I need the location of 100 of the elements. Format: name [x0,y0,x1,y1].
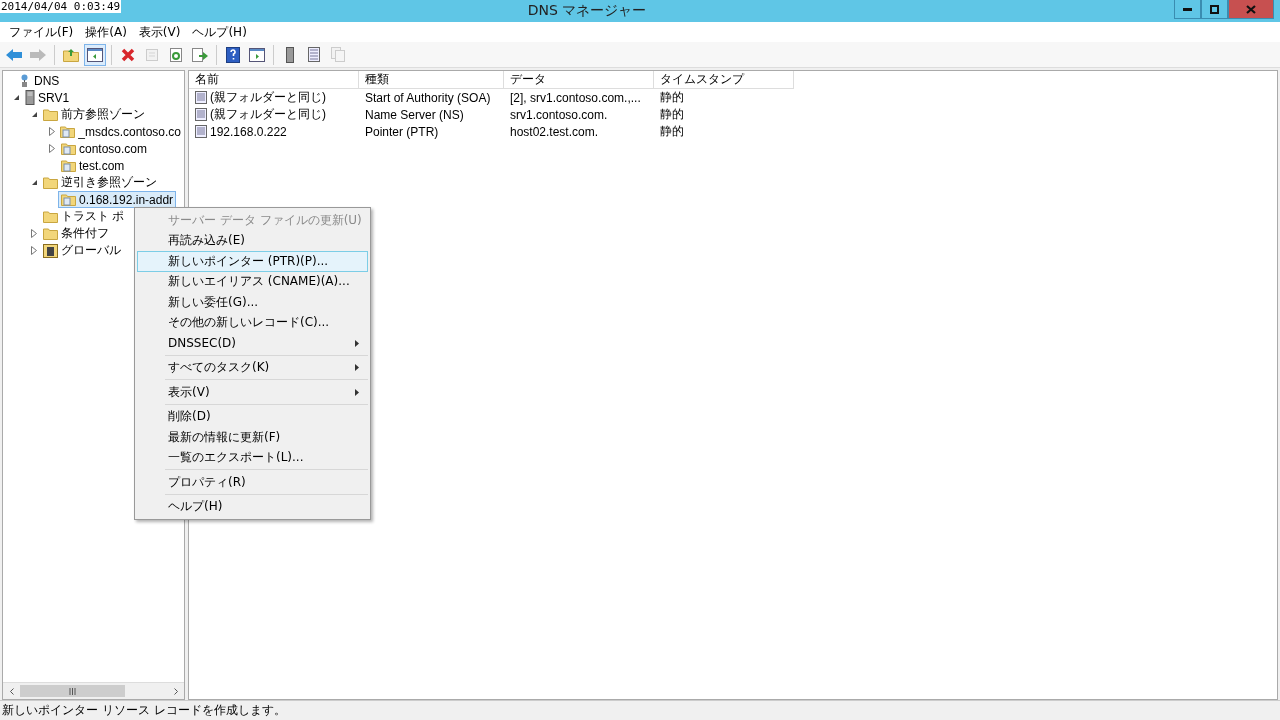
tree-item[interactable]: test.com [58,157,128,174]
context-menu-item[interactable]: 一覧のエクスポート(L)... [137,447,368,468]
cell-text: Start of Authority (SOA) [365,90,491,105]
context-menu-item[interactable]: 再読み込み(E) [137,230,368,251]
restore-button[interactable] [1201,0,1228,19]
server-icon [286,46,294,63]
list-icon [308,47,320,62]
scroll-thumb[interactable] [20,685,125,697]
close-button[interactable] [1228,0,1274,19]
help-book-icon [226,46,240,63]
tree-item[interactable]: 0.168.192.in-addr [58,191,177,208]
tree-item[interactable]: 前方参照ゾーン [40,106,148,123]
folder-icon [43,227,58,240]
zone-folder-icon [61,193,76,206]
submenu-arrow-icon [355,388,359,396]
close-icon [1246,4,1256,14]
collapsed-arrow-icon[interactable] [31,229,37,238]
tree-item[interactable]: 逆引き参照ゾーン [40,174,160,191]
export-icon [192,47,208,62]
cell-text: Name Server (NS) [365,107,464,122]
horizontal-scrollbar[interactable] [3,682,184,699]
menu-item-label: 最新の情報に更新(F) [168,428,281,446]
collapsed-arrow-icon[interactable] [48,127,55,136]
minimize-button[interactable] [1174,0,1201,19]
menu-item[interactable]: ファイル(F) [4,23,79,41]
cell-text: (親フォルダーと同じ) [210,89,326,106]
context-menu-item[interactable]: ヘルプ(H) [137,496,368,517]
tree-item[interactable]: 条件付フ [40,225,112,242]
cell-text: 192.168.0.222 [210,124,287,139]
back-arrow-icon [6,48,22,61]
context-menu-item[interactable]: 新しいポインター (PTR)(P)... [137,251,368,272]
timestamp-overlay: 2014/04/04 0:03:49 [0,0,122,13]
minimize-icon [1183,7,1192,11]
menu-item-label: 削除(D) [168,408,211,426]
menu-item-label: プロパティ(R) [168,473,246,491]
restore-icon [1210,4,1219,14]
expanded-arrow-icon[interactable] [12,94,20,101]
delete-icon [121,47,135,62]
folder-icon [43,108,58,121]
menu-item-label: 新しい委任(G)... [168,293,259,311]
context-menu-item[interactable]: DNSSEC(D) [137,333,368,354]
cell-text: (親フォルダーと同じ) [210,106,326,123]
folder-up-icon [63,47,79,62]
window-title: DNS マネージャー [527,2,647,20]
context-menu-item[interactable]: すべてのタスク(K) [137,357,368,378]
cell-text: Pointer (PTR) [365,124,439,139]
menu-item-label: DNSSEC(D) [168,336,236,351]
menu-item[interactable]: 操作(A) [80,23,132,41]
chevron-right-icon [173,687,178,695]
copy-icon [331,47,345,62]
context-menu-item[interactable]: その他の新しいレコード(C)... [137,312,368,333]
collapsed-arrow-icon[interactable] [31,246,37,255]
folder-icon [43,176,58,189]
menu-item-label: その他の新しいレコード(C)... [168,314,330,332]
menu-item[interactable]: 表示(V) [133,23,186,41]
menu-item-label: ヘルプ(H) [168,498,223,516]
forward-arrow-icon [30,48,46,61]
status-bar: 新しいポインター リソース レコードを作成します。 [0,700,1280,720]
cell-text: 静的 [660,106,684,123]
tree-item[interactable]: contoso.com [58,140,151,157]
tree-item[interactable]: トラスト ポ [40,208,128,225]
tree-item[interactable]: DNS [15,72,63,89]
collapsed-arrow-icon[interactable] [49,144,55,153]
tree-item[interactable]: SRV1 [22,89,73,106]
column-header[interactable]: 種類 [359,71,504,89]
folder-icon [43,210,58,223]
submenu-arrow-icon [355,339,359,347]
menu-item-label: 新しいポインター (PTR)(P)... [168,252,329,270]
menu-item[interactable]: ヘルプ(H) [187,23,252,41]
column-header[interactable]: データ [504,71,654,89]
menu-item-label: 再読み込み(E) [168,232,245,250]
toolbar-button[interactable] [84,43,106,66]
context-menu-item[interactable]: 削除(D) [137,406,368,427]
context-menu-item[interactable]: 最新の情報に更新(F) [137,427,368,448]
menu-item-label: 表示(V) [168,383,210,401]
pane-icon [87,47,103,62]
column-header[interactable]: 名前 [189,71,359,89]
column-header[interactable]: タイムスタンプ [654,71,794,89]
context-menu-item[interactable]: 新しいエイリアス (CNAME)(A)... [137,271,368,292]
menu-item-label: 新しいエイリアス (CNAME)(A)... [168,273,350,291]
cell-text: [2], srv1.contoso.com.,... [510,90,641,105]
menu-item-label: 一覧のエクスポート(L)... [168,449,304,467]
record-icon [195,108,207,121]
expanded-arrow-icon[interactable] [30,179,38,186]
pane-icon [249,47,265,62]
tree-item[interactable]: _msdcs.contoso.co [57,123,184,140]
cell-text: host02.test.com. [510,124,599,139]
context-menu-item[interactable]: 表示(V) [137,382,368,403]
global-zone-icon [43,243,58,258]
tree-item[interactable]: グローバル [40,242,124,259]
expanded-arrow-icon[interactable] [30,111,38,118]
context-menu-item[interactable]: プロパティ(R) [137,472,368,493]
cell-text: srv1.contoso.com. [510,107,608,122]
context-menu-item[interactable]: 新しい委任(G)... [137,292,368,313]
submenu-arrow-icon [355,364,359,372]
menu-item-label: すべてのタスク(K) [168,359,270,377]
cell-text: 静的 [660,123,684,140]
menu-item-label: サーバー データ ファイルの更新(U) [168,211,362,229]
record-icon [195,125,207,138]
properties-icon [145,47,159,62]
